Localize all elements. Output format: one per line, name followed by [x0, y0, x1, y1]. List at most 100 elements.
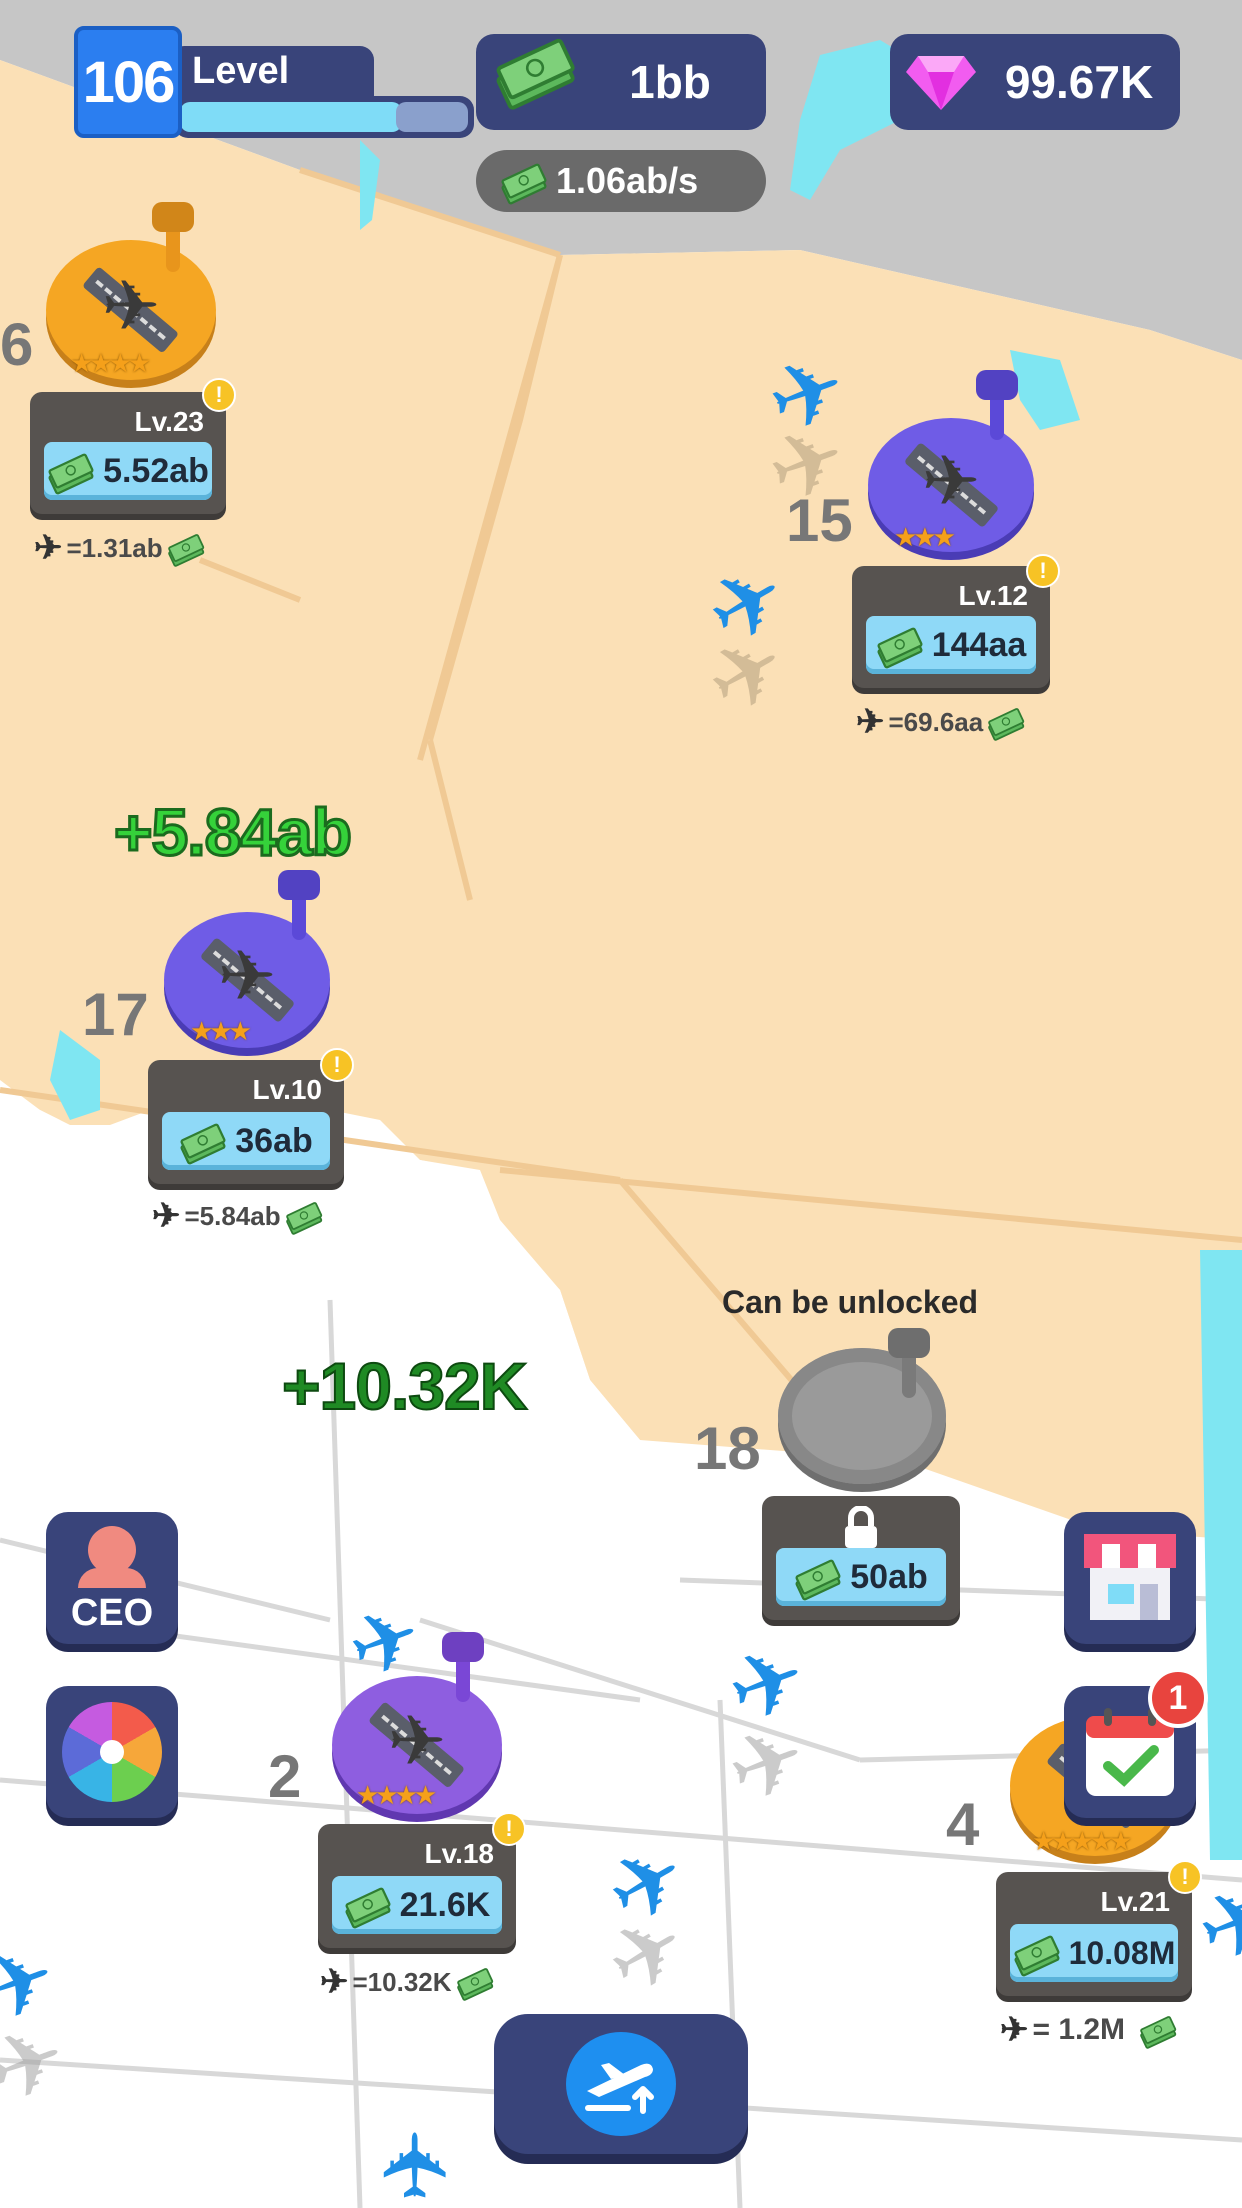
airport-17[interactable]: ✈ ★★★: [164, 888, 330, 1048]
earning-popup: +5.84ab: [112, 794, 353, 871]
airport-level: Lv.18: [424, 1838, 494, 1869]
takeoff-button[interactable]: [494, 2014, 748, 2154]
ceo-label: CEO: [70, 1592, 154, 1634]
airport-income: ✈ =69.6aa: [856, 702, 1047, 742]
airport-6[interactable]: ✈ ★★★★: [46, 220, 216, 380]
airport-level: Lv.21: [1100, 1886, 1170, 1917]
cash-stack-icon: [167, 533, 205, 568]
tower-icon: [292, 888, 306, 940]
airport-level: Lv.10: [252, 1074, 322, 1105]
airport-level: Lv.23: [134, 406, 204, 437]
cash-panel[interactable]: 1bb: [476, 34, 766, 130]
airport-income: ✈ =5.84ab: [152, 1196, 345, 1236]
cash-stack-icon: [494, 37, 598, 121]
plane-icon: ✈: [152, 1197, 181, 1235]
upgrade-cost: 21.6K: [399, 1885, 491, 1924]
plane-icon: ✈: [217, 936, 277, 1015]
upgrade-alert-icon: !: [1168, 1860, 1202, 1894]
upgrade-alert-icon: !: [492, 1812, 526, 1846]
star-rating: ★★★★: [70, 348, 151, 378]
level-number: 106: [82, 49, 176, 115]
unlock-cost: 50ab: [850, 1557, 928, 1596]
cash-stack-icon: [794, 1558, 842, 1602]
plane-icon: ✈: [856, 703, 885, 741]
star-rating: ★★★★★: [1032, 1826, 1133, 1856]
cash-stack-icon: [987, 707, 1026, 742]
upgrade-button[interactable]: 5.52ab: [44, 442, 212, 500]
upgrade-button[interactable]: 36ab: [162, 1112, 330, 1170]
upgrade-alert-icon: !: [202, 378, 236, 412]
upgrade-cost: 5.52ab: [103, 451, 209, 490]
ceo-button[interactable]: CEO: [46, 1512, 178, 1644]
cash-stack-icon: [344, 1886, 392, 1930]
cash-stack-icon: [1139, 2015, 1178, 2050]
upgrade-card-6[interactable]: Lv.23 5.52ab !: [30, 378, 236, 514]
airport-18-locked[interactable]: [778, 1346, 946, 1484]
calendar-button[interactable]: 1: [1064, 1668, 1208, 1818]
level-panel[interactable]: Level 106: [74, 26, 474, 138]
cash-stack-icon: [47, 452, 95, 496]
tower-icon: [456, 1650, 470, 1702]
upgrade-card-4[interactable]: Lv.21 10.08M !: [996, 1860, 1202, 1996]
cash-rate-panel: 1.06ab/s: [476, 150, 766, 212]
level-progress-fill: [180, 102, 402, 132]
plane-icon: ✈: [101, 266, 161, 345]
airport-number: 18: [694, 1415, 761, 1482]
tower-icon: [166, 220, 180, 272]
cash-stack-icon: [285, 1201, 323, 1236]
upgrade-card-2[interactable]: Lv.18 21.6K !: [318, 1812, 526, 1948]
level-number-badge: 106: [74, 26, 182, 138]
unlock-card-18[interactable]: 50ab: [762, 1496, 960, 1620]
upgrade-button[interactable]: 144aa: [866, 616, 1036, 674]
upgrade-alert-icon: !: [1026, 554, 1060, 588]
cash-stack-icon: [876, 626, 924, 670]
airport-number: 6: [0, 311, 34, 378]
airport-income: ✈ =1.31ab: [34, 528, 227, 568]
airport-15[interactable]: ✈ ★★★: [868, 388, 1034, 552]
lock-icon: [845, 1506, 877, 1548]
gem-panel[interactable]: 99.67K: [890, 34, 1180, 130]
level-label: Level: [192, 50, 290, 92]
upgrade-button[interactable]: 10.08M: [1010, 1924, 1178, 1982]
cash-stack-icon: [500, 162, 548, 206]
airport-income: ✈ = 1.2M: [1000, 2010, 1199, 2050]
cash-stack-icon: [455, 1967, 494, 2002]
game-screen: Level 106 1bb 1.06ab/s 99.67K ✈ ✈ ✈ ✈ ✈ …: [0, 0, 1242, 2208]
airport-number: 17: [82, 981, 149, 1048]
plane-icon: ✈: [367, 2127, 468, 2203]
ceo-avatar-icon: [88, 1526, 136, 1574]
cash-amount: 1bb: [629, 56, 711, 108]
airport-number: 4: [946, 1791, 980, 1858]
gem-amount: 99.67K: [1004, 56, 1154, 108]
spin-wheel-icon: [62, 1702, 162, 1802]
upgrade-alert-icon: !: [320, 1048, 354, 1082]
airport-income: ✈ =10.32K: [320, 1962, 516, 2002]
shop-icon: [1084, 1534, 1176, 1620]
airport-number: 2: [268, 1743, 302, 1810]
upgrade-cost: 144aa: [931, 625, 1027, 664]
airport-2[interactable]: ✈ ★★★★: [332, 1650, 502, 1814]
shop-button[interactable]: [1064, 1512, 1196, 1644]
upgrade-button[interactable]: 21.6K: [332, 1876, 502, 1934]
unlock-button[interactable]: 50ab: [776, 1548, 946, 1606]
takeoff-icon: [585, 2063, 654, 2114]
upgrade-card-15[interactable]: Lv.12 144aa !: [852, 554, 1060, 688]
tower-icon: [990, 388, 1004, 440]
star-rating: ★★★★: [356, 1780, 437, 1810]
airport-level: Lv.12: [958, 580, 1028, 611]
unlock-label: Can be unlocked: [722, 1284, 979, 1320]
plane-icon: ✈: [387, 1701, 447, 1780]
cash-stack-icon: [179, 1122, 227, 1166]
plane-icon: ✈: [1000, 2011, 1029, 2049]
earning-popup: +10.32K: [281, 1348, 528, 1424]
star-rating: ★★★: [894, 522, 956, 552]
star-rating: ★★★: [190, 1016, 252, 1046]
cash-rate: 1.06ab/s: [556, 160, 699, 201]
upgrade-cost: 36ab: [235, 1121, 313, 1160]
tower-icon: [902, 1346, 916, 1398]
plane-icon: ✈: [921, 441, 981, 520]
plane-icon: ✈: [34, 529, 63, 567]
diamond-icon: [906, 56, 976, 110]
upgrade-card-17[interactable]: Lv.10 36ab !: [148, 1048, 354, 1184]
spin-wheel-button[interactable]: [46, 1686, 178, 1818]
